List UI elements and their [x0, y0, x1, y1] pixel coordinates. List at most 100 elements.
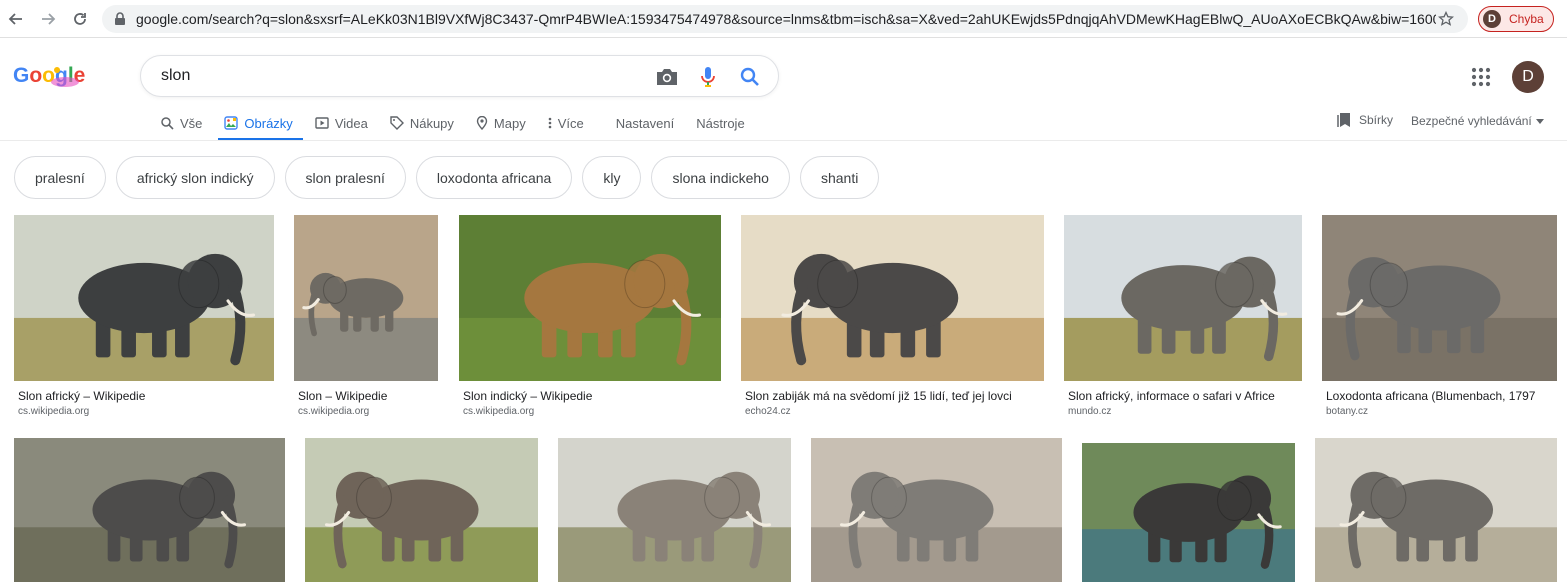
- chip-kly[interactable]: kly: [582, 156, 642, 199]
- reload-button[interactable]: [70, 9, 90, 29]
- image-result[interactable]: Loxodonta africana (Blumenbach, 1797 bot…: [1322, 215, 1557, 420]
- image-result[interactable]: Slon africký, informace o safari v Afric…: [1064, 215, 1302, 420]
- search-icon: [161, 117, 174, 130]
- safe-search-dropdown[interactable]: Bezpečné vyhledávání: [1411, 114, 1544, 128]
- image-result[interactable]: [1082, 443, 1295, 582]
- video-icon: [315, 117, 329, 129]
- result-title[interactable]: Slon – Wikipedie: [298, 389, 438, 403]
- reload-icon: [74, 13, 86, 25]
- elephant-photo: [459, 215, 721, 381]
- browser-toolbar: google.com/search?q=slon&sxsrf=ALeKk03N1…: [0, 0, 1567, 38]
- arrow-left-icon: [8, 13, 22, 25]
- result-title[interactable]: Slon africký – Wikipedie: [18, 389, 274, 403]
- image-icon: [224, 116, 239, 130]
- collections-link[interactable]: Sbírky: [1337, 112, 1393, 128]
- result-thumbnail[interactable]: [294, 215, 438, 381]
- tab-label: Obrázky: [244, 115, 293, 131]
- image-result[interactable]: Slon africký – Wikipedie cs.wikipedia.or…: [14, 215, 274, 420]
- tab-more[interactable]: Více: [548, 106, 584, 140]
- search-tabs: Vše Obrázky Videa Nákupy Mapy Více Nasta…: [160, 106, 767, 141]
- profile-avatar: D: [1483, 10, 1501, 28]
- apps-grid-icon[interactable]: [1470, 66, 1492, 88]
- lock-icon: [115, 12, 125, 25]
- elephant-photo: [1322, 215, 1557, 381]
- more-vert-icon: [548, 117, 552, 129]
- collections-label: Sbírky: [1359, 113, 1394, 127]
- forward-button[interactable]: [38, 9, 58, 29]
- tab-label: Nákupy: [409, 115, 454, 131]
- chip-shanti[interactable]: shanti: [799, 156, 880, 199]
- image-result[interactable]: [811, 438, 1062, 582]
- search-icon[interactable]: [739, 66, 761, 88]
- camera-icon[interactable]: [655, 66, 679, 88]
- result-title[interactable]: Slon zabiják má na svědomí již 15 lidí, …: [745, 389, 1025, 403]
- tab-label: Nástroje: [696, 115, 745, 131]
- elephant-photo: [294, 215, 438, 381]
- image-result[interactable]: [305, 438, 538, 582]
- google-doodle-logo[interactable]: Google: [13, 60, 85, 92]
- tab-label: Vše: [180, 115, 203, 131]
- result-thumbnail[interactable]: [305, 438, 538, 582]
- elephant-photo: [1082, 443, 1295, 582]
- search-box[interactable]: slon: [140, 55, 779, 97]
- map-pin-icon: [476, 116, 488, 130]
- search-input[interactable]: slon: [161, 67, 190, 85]
- result-source[interactable]: cs.wikipedia.org: [298, 406, 369, 417]
- tab-label: Mapy: [493, 115, 526, 131]
- elephant-photo: [811, 438, 1062, 582]
- image-result[interactable]: Slon – Wikipedie cs.wikipedia.org: [294, 215, 438, 420]
- chip-loxodonta-africana[interactable]: loxodonta africana: [415, 156, 573, 199]
- result-thumbnail[interactable]: [14, 215, 274, 381]
- result-thumbnail[interactable]: [1315, 438, 1557, 582]
- profile-error-chip[interactable]: D Chyba: [1478, 6, 1554, 32]
- result-title[interactable]: Loxodonta africana (Blumenbach, 1797: [1326, 389, 1557, 403]
- bookmark-star-icon[interactable]: [1438, 11, 1454, 27]
- address-bar[interactable]: google.com/search?q=slon&sxsrf=ALeKk03N1…: [102, 5, 1468, 33]
- tab-all[interactable]: Vše: [160, 106, 202, 140]
- chip-slon-pralesni[interactable]: slon pralesní: [284, 156, 406, 199]
- image-result[interactable]: [1315, 438, 1557, 582]
- account-avatar[interactable]: D: [1512, 61, 1544, 93]
- tab-shopping[interactable]: Nákupy: [390, 106, 454, 140]
- result-thumbnail[interactable]: [459, 215, 721, 381]
- result-thumbnail[interactable]: [1322, 215, 1557, 381]
- elephant-photo: [14, 438, 285, 582]
- tab-label: Více: [557, 115, 584, 131]
- microphone-icon[interactable]: [700, 66, 716, 88]
- result-source[interactable]: botany.cz: [1326, 406, 1368, 417]
- result-thumbnail[interactable]: [558, 438, 791, 582]
- tab-settings[interactable]: Nastavení: [616, 106, 675, 140]
- result-source[interactable]: echo24.cz: [745, 406, 791, 417]
- result-thumbnail[interactable]: [1082, 443, 1295, 582]
- tab-label: Videa: [334, 115, 368, 131]
- related-search-chips: pralesní africký slon indický slon prale…: [14, 156, 889, 199]
- result-thumbnail[interactable]: [741, 215, 1044, 381]
- tab-videos[interactable]: Videa: [315, 106, 368, 140]
- result-source[interactable]: mundo.cz: [1068, 406, 1111, 417]
- image-result[interactable]: [558, 438, 791, 582]
- elephant-photo: [1315, 438, 1557, 582]
- result-thumbnail[interactable]: [1064, 215, 1302, 381]
- image-result[interactable]: [14, 438, 285, 582]
- tab-tools[interactable]: Nástroje: [696, 106, 744, 140]
- result-thumbnail[interactable]: [811, 438, 1062, 582]
- elephant-photo: [558, 438, 791, 582]
- result-thumbnail[interactable]: [14, 438, 285, 582]
- arrow-right-icon: [42, 13, 56, 25]
- result-title[interactable]: Slon indický – Wikipedie: [463, 389, 721, 403]
- tab-images[interactable]: Obrázky: [218, 106, 304, 141]
- back-button[interactable]: [6, 9, 26, 29]
- chip-slona-indickeho[interactable]: slona indickeho: [651, 156, 790, 199]
- image-result[interactable]: Slon indický – Wikipedie cs.wikipedia.or…: [459, 215, 721, 420]
- profile-status-label: Chyba: [1509, 12, 1544, 26]
- tag-icon: [390, 116, 404, 130]
- elephant-photo: [305, 438, 538, 582]
- result-title[interactable]: Slon africký, informace o safari v Afric…: [1068, 389, 1302, 403]
- chip-africky-slon-indicky[interactable]: africký slon indický: [115, 156, 275, 199]
- chip-pralesni[interactable]: pralesní: [14, 156, 106, 199]
- bookmark-icon: [1337, 113, 1350, 127]
- image-result[interactable]: Slon zabiják má na svědomí již 15 lidí, …: [741, 215, 1044, 420]
- result-source[interactable]: cs.wikipedia.org: [463, 406, 534, 417]
- tab-maps[interactable]: Mapy: [476, 106, 526, 140]
- result-source[interactable]: cs.wikipedia.org: [18, 406, 89, 417]
